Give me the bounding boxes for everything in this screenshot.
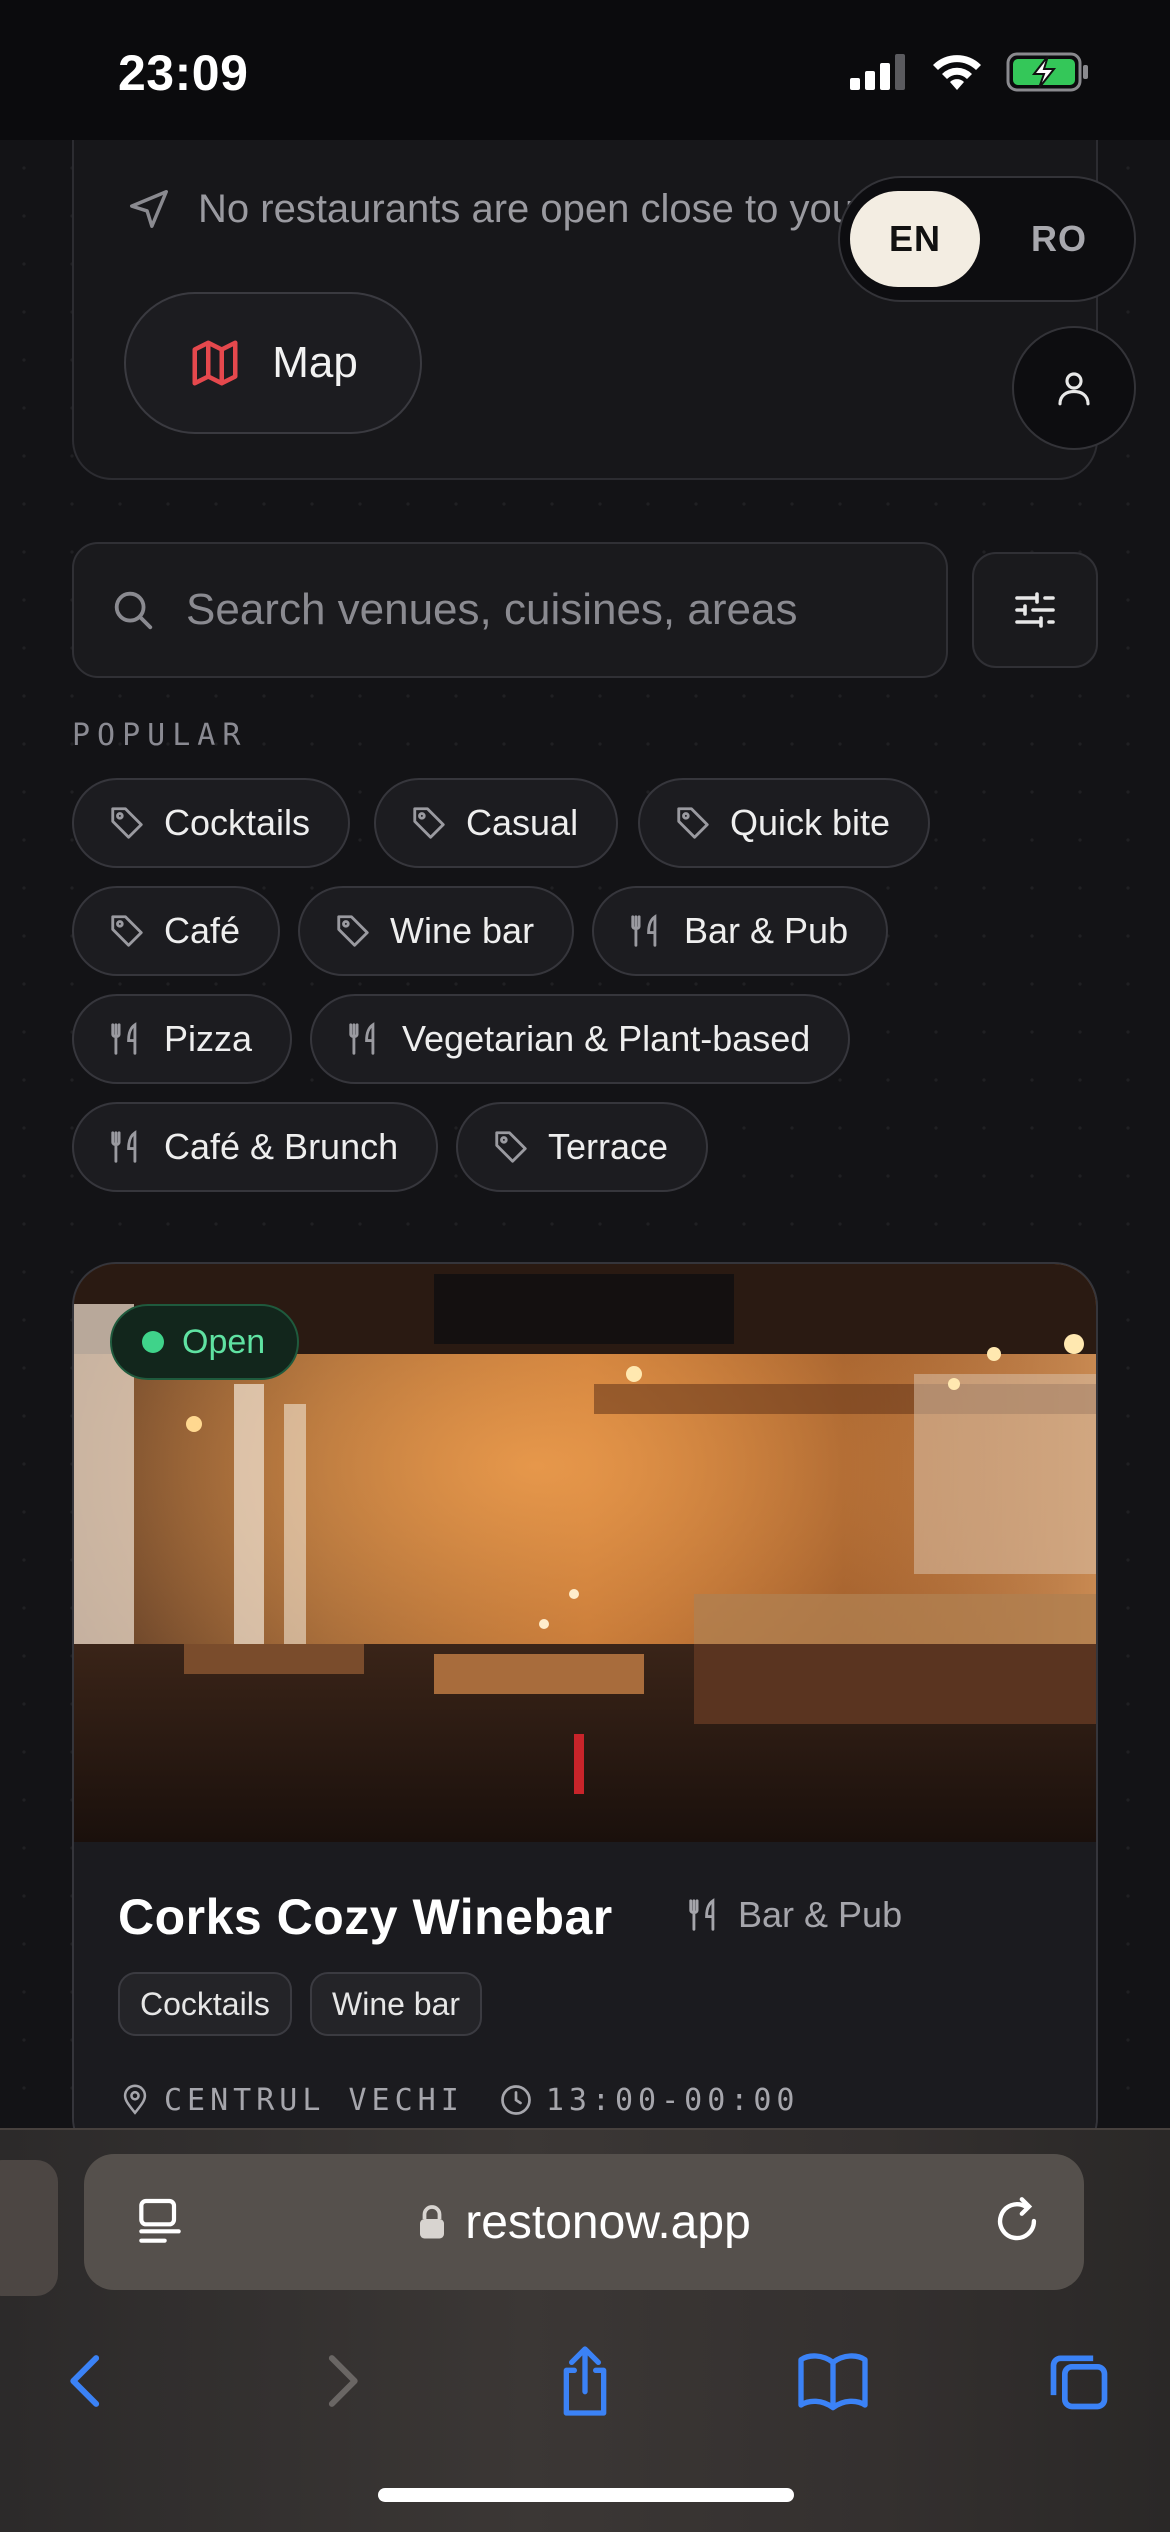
- url-text: restonow.app: [465, 2195, 751, 2249]
- chevron-left-icon: [70, 2355, 100, 2407]
- utensils-icon: [631, 914, 657, 947]
- profile-button[interactable]: [1012, 326, 1136, 450]
- utensils-icon: [111, 1130, 137, 1163]
- utensils-icon: [349, 1022, 375, 1055]
- previous-tab-preview[interactable]: [0, 2160, 58, 2296]
- tabs-icon: [1050, 2355, 1108, 2410]
- share-button[interactable]: [530, 2326, 640, 2436]
- clock-icon: [500, 2085, 531, 2115]
- chip-label: Café: [164, 910, 241, 951]
- status-dot-icon: [142, 1331, 164, 1353]
- venue-info: Corks Cozy Winebar Bar & Pub Cocktails W…: [74, 1842, 1096, 2160]
- tabs-button[interactable]: [1024, 2326, 1134, 2436]
- venue-photo: Open: [74, 1264, 1096, 1842]
- language-option-ro[interactable]: RO: [994, 191, 1124, 287]
- venue-tag-label: Wine bar: [332, 1985, 461, 2022]
- status-time: 23:09: [118, 45, 249, 101]
- nearby-status: No restaurants are open close to you: [126, 186, 854, 232]
- chip-bar-pub[interactable]: Bar & Pub: [592, 886, 889, 976]
- chip-label: Quick bite: [730, 802, 891, 843]
- home-indicator: [378, 2488, 794, 2502]
- chevron-right-icon: [328, 2355, 358, 2407]
- chip-cocktails[interactable]: Cocktails: [72, 778, 351, 868]
- open-status-label: Open: [182, 1322, 266, 1361]
- chip-label: Terrace: [548, 1126, 669, 1167]
- status-bar: 23:09: [0, 0, 1170, 140]
- chip-label: Wine bar: [390, 910, 535, 951]
- share-icon: [563, 2346, 607, 2416]
- forward-button[interactable]: [286, 2326, 396, 2436]
- tag-icon: [413, 807, 445, 839]
- venue-category: Bar & Pub: [686, 1894, 902, 1936]
- venue-meta: CENTRUL VECHI 13:00-00:00: [118, 2082, 800, 2118]
- search-placeholder: Search venues, cuisines, areas: [186, 585, 798, 634]
- language-toggle[interactable]: EN RO: [838, 176, 1136, 302]
- chip-label: Pizza: [164, 1018, 253, 1059]
- back-button[interactable]: [32, 2326, 142, 2436]
- bookmarks-button[interactable]: [778, 2326, 888, 2436]
- reload-icon[interactable]: [988, 2192, 1046, 2250]
- venue-category-label: Bar & Pub: [738, 1894, 903, 1935]
- url-display: restonow.app: [84, 2154, 1084, 2290]
- chip-pizza[interactable]: Pizza: [72, 994, 293, 1084]
- venue-tag: Cocktails: [118, 1972, 292, 2036]
- language-option-en[interactable]: EN: [850, 191, 980, 287]
- tag-icon: [495, 1131, 527, 1163]
- search-input[interactable]: Search venues, cuisines, areas: [72, 542, 948, 678]
- user-icon: [1058, 372, 1090, 406]
- chip-cafe[interactable]: Café: [72, 886, 281, 976]
- chip-casual[interactable]: Casual: [374, 778, 619, 868]
- map-icon: [192, 340, 238, 386]
- popular-heading: POPULAR: [72, 718, 248, 753]
- open-status-badge: Open: [110, 1304, 300, 1380]
- location-pin-icon: [123, 2084, 147, 2115]
- tag-icon: [111, 915, 143, 947]
- status-icons: [850, 52, 1090, 92]
- browser-toolbar: restonow.app: [0, 2128, 1170, 2532]
- chip-cafe-brunch[interactable]: Café & Brunch: [72, 1102, 439, 1192]
- venue-tag: Wine bar: [310, 1972, 483, 2036]
- browser-nav-row: [0, 2326, 1170, 2446]
- nearby-message: No restaurants are open close to you: [198, 186, 854, 231]
- wifi-icon: [933, 55, 981, 90]
- map-button-label: Map: [272, 338, 358, 387]
- venue-hours: 13:00-00:00: [545, 2082, 800, 2118]
- chip-label: Cocktails: [164, 802, 311, 843]
- lock-icon: [420, 2205, 445, 2239]
- utensils-icon: [689, 1898, 715, 1931]
- address-bar[interactable]: restonow.app: [84, 2154, 1084, 2290]
- chip-label: Café & Brunch: [164, 1126, 399, 1167]
- tag-icon: [337, 915, 369, 947]
- chip-wine-bar[interactable]: Wine bar: [298, 886, 575, 976]
- chip-vegetarian[interactable]: Vegetarian & Plant-based: [310, 994, 851, 1084]
- battery-charging-icon: [1006, 52, 1088, 92]
- chip-label: Casual: [466, 802, 579, 843]
- book-icon: [798, 2353, 868, 2411]
- tag-icon: [677, 807, 709, 839]
- chip-label: Bar & Pub: [684, 910, 849, 951]
- venue-tag-label: Cocktails: [140, 1985, 270, 2022]
- venue-area: CENTRUL VECHI: [164, 2082, 464, 2118]
- search-icon: [114, 591, 153, 630]
- sliders-icon: [1015, 592, 1055, 628]
- chip-terrace[interactable]: Terrace: [456, 1102, 709, 1192]
- map-button[interactable]: Map: [124, 292, 422, 434]
- venue-card[interactable]: Open Corks Cozy Winebar Bar & Pub Cockta…: [72, 1262, 1098, 2162]
- tag-icon: [111, 807, 143, 839]
- chip-label: Vegetarian & Plant-based: [402, 1018, 811, 1059]
- venue-name: Corks Cozy Winebar: [118, 1889, 613, 1945]
- navigation-arrow-icon: [130, 190, 168, 228]
- utensils-icon: [111, 1022, 137, 1055]
- chip-quick-bite[interactable]: Quick bite: [638, 778, 931, 868]
- filters-button[interactable]: [972, 552, 1098, 668]
- signal-icon: [850, 54, 905, 90]
